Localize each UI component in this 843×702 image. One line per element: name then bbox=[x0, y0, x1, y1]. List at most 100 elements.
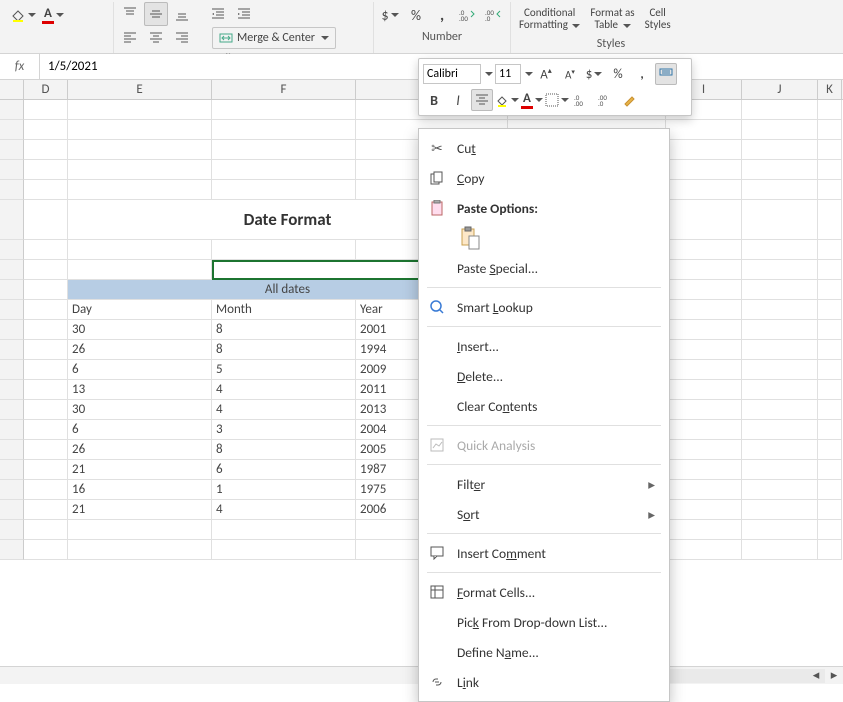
increase-font-button[interactable]: A▴ bbox=[535, 63, 557, 85]
cell[interactable] bbox=[818, 280, 842, 300]
cell[interactable] bbox=[742, 300, 818, 320]
cell[interactable] bbox=[24, 140, 68, 160]
cell[interactable] bbox=[818, 540, 842, 560]
mini-format-painter2-button[interactable] bbox=[619, 89, 641, 111]
table-col-day[interactable]: Day bbox=[68, 300, 212, 320]
cell[interactable] bbox=[818, 340, 842, 360]
cell[interactable] bbox=[24, 260, 68, 280]
merge-center-button[interactable]: Merge & Center bbox=[212, 27, 336, 49]
mini-format-painter-button[interactable] bbox=[655, 63, 677, 85]
cell[interactable] bbox=[818, 180, 842, 200]
ctx-pick-dropdown[interactable]: Pick From Drop-down List... bbox=[419, 607, 669, 637]
cell[interactable] bbox=[24, 500, 68, 520]
cell[interactable] bbox=[24, 340, 68, 360]
cell[interactable] bbox=[818, 300, 842, 320]
table-cell-month[interactable]: 3 bbox=[212, 420, 356, 440]
cell[interactable] bbox=[24, 520, 68, 540]
decrease-decimal-button[interactable]: .00.0 bbox=[482, 3, 506, 27]
ctx-insert[interactable]: Insert... bbox=[419, 331, 669, 361]
mini-inc-decimal-button[interactable]: .0.00 bbox=[571, 89, 593, 111]
align-left-button[interactable] bbox=[118, 26, 142, 50]
cell[interactable] bbox=[666, 360, 742, 380]
cell[interactable] bbox=[818, 140, 842, 160]
cell[interactable] bbox=[666, 380, 742, 400]
comma-button[interactable]: , bbox=[430, 3, 454, 27]
cell[interactable] bbox=[666, 460, 742, 480]
ctx-insert-comment[interactable]: Insert Comment bbox=[419, 538, 669, 568]
select-all-corner[interactable] bbox=[0, 80, 24, 99]
cell[interactable] bbox=[742, 160, 818, 180]
table-col-month[interactable]: Month bbox=[212, 300, 356, 320]
increase-decimal-button[interactable]: .0.00 bbox=[456, 3, 480, 27]
mini-align-center-button[interactable] bbox=[471, 89, 493, 111]
mini-font-input[interactable] bbox=[423, 64, 481, 84]
align-bottom-button[interactable] bbox=[170, 2, 194, 26]
cell[interactable] bbox=[742, 500, 818, 520]
fill-color-button[interactable] bbox=[8, 3, 38, 27]
table-cell-day[interactable]: 21 bbox=[68, 460, 212, 480]
col-header-D[interactable]: D bbox=[24, 80, 68, 99]
mini-currency-button[interactable]: $ bbox=[583, 63, 605, 85]
cell[interactable] bbox=[742, 380, 818, 400]
cell[interactable] bbox=[742, 520, 818, 540]
cell[interactable] bbox=[212, 520, 356, 540]
cell[interactable] bbox=[24, 180, 68, 200]
cell[interactable] bbox=[742, 460, 818, 480]
cell[interactable] bbox=[666, 140, 742, 160]
ctx-link[interactable]: Link bbox=[419, 667, 669, 697]
cell[interactable] bbox=[666, 340, 742, 360]
cell[interactable] bbox=[666, 240, 742, 260]
cell[interactable] bbox=[742, 200, 818, 240]
cell[interactable] bbox=[212, 180, 356, 200]
mini-percent-button[interactable]: % bbox=[607, 63, 629, 85]
cell[interactable] bbox=[24, 320, 68, 340]
mini-fill-color-button[interactable] bbox=[495, 89, 519, 111]
cell[interactable] bbox=[818, 200, 842, 240]
cell[interactable] bbox=[818, 520, 842, 540]
cell[interactable] bbox=[742, 180, 818, 200]
cell[interactable] bbox=[666, 540, 742, 560]
ctx-format-cells[interactable]: Format Cells... bbox=[419, 577, 669, 607]
cell[interactable] bbox=[24, 400, 68, 420]
cell[interactable] bbox=[666, 160, 742, 180]
cell[interactable] bbox=[24, 360, 68, 380]
cell[interactable] bbox=[742, 400, 818, 420]
cell[interactable] bbox=[212, 160, 356, 180]
cell[interactable] bbox=[742, 480, 818, 500]
ctx-copy[interactable]: Copy bbox=[419, 163, 669, 193]
conditional-formatting-button[interactable]: Conditional Formatting bbox=[515, 5, 584, 33]
cell[interactable] bbox=[666, 500, 742, 520]
cell[interactable] bbox=[24, 300, 68, 320]
cell[interactable] bbox=[68, 160, 212, 180]
cell[interactable] bbox=[742, 140, 818, 160]
cell[interactable] bbox=[24, 120, 68, 140]
cell[interactable] bbox=[742, 240, 818, 260]
cell[interactable] bbox=[212, 540, 356, 560]
table-cell-month[interactable]: 8 bbox=[212, 440, 356, 460]
table-cell-month[interactable]: 5 bbox=[212, 360, 356, 380]
cell[interactable] bbox=[666, 180, 742, 200]
cell-styles-button[interactable]: Cell Styles bbox=[641, 5, 675, 33]
table-cell-month[interactable]: 4 bbox=[212, 380, 356, 400]
cell[interactable] bbox=[818, 400, 842, 420]
cell[interactable] bbox=[24, 540, 68, 560]
table-cell-day[interactable]: 30 bbox=[68, 320, 212, 340]
ctx-paste-special[interactable]: Paste Special... bbox=[419, 253, 669, 283]
cell[interactable] bbox=[742, 280, 818, 300]
cell[interactable] bbox=[212, 120, 356, 140]
table-cell-month[interactable]: 8 bbox=[212, 320, 356, 340]
cell[interactable] bbox=[666, 120, 742, 140]
align-center-button[interactable] bbox=[144, 26, 168, 50]
table-cell-day[interactable]: 26 bbox=[68, 440, 212, 460]
currency-button[interactable]: $ bbox=[378, 3, 402, 27]
cell[interactable] bbox=[818, 380, 842, 400]
cell[interactable] bbox=[818, 160, 842, 180]
cell[interactable] bbox=[24, 280, 68, 300]
cell[interactable] bbox=[666, 320, 742, 340]
mini-borders-button[interactable] bbox=[545, 89, 569, 111]
col-header-F[interactable]: F bbox=[212, 80, 356, 99]
table-cell-month[interactable]: 8 bbox=[212, 340, 356, 360]
cell[interactable] bbox=[666, 440, 742, 460]
cell[interactable] bbox=[818, 260, 842, 280]
cell[interactable] bbox=[742, 260, 818, 280]
